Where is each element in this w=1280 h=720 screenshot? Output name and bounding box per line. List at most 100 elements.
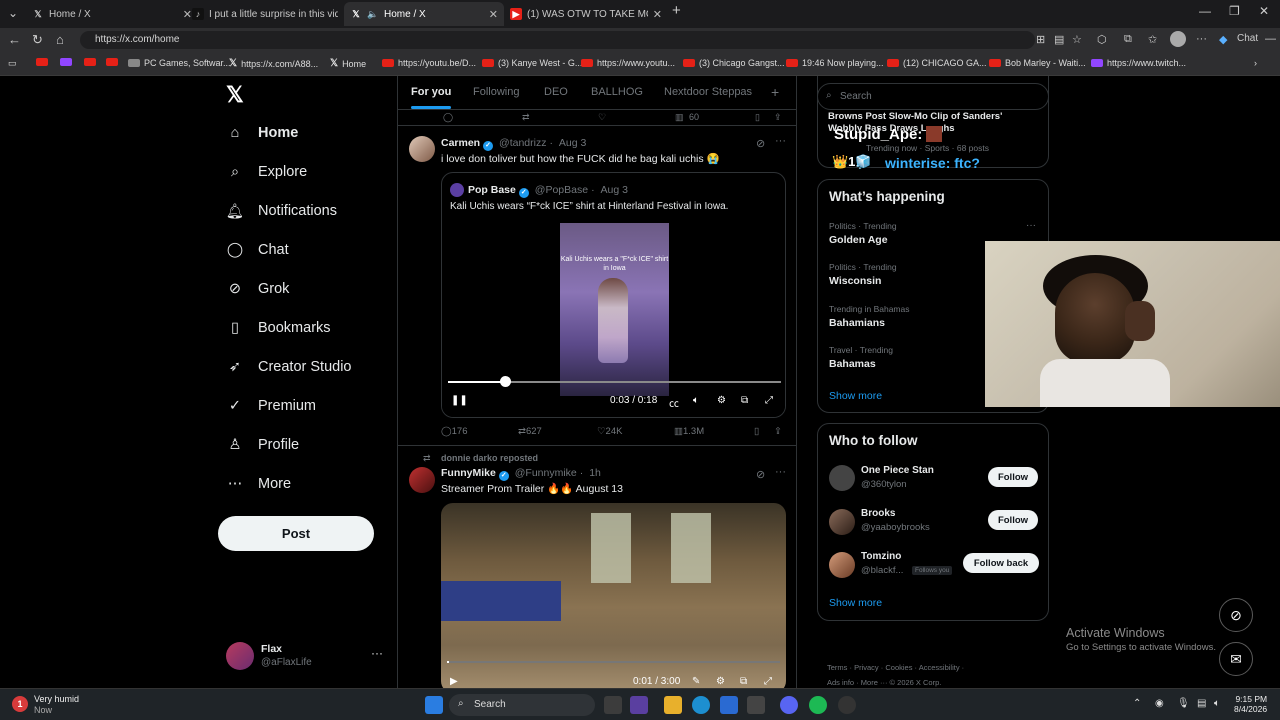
back-icon[interactable]: ← [8, 32, 21, 47]
nav-explore[interactable]: ⌕ Explore [226, 163, 307, 181]
copilot-chat-button[interactable]: Chat [1237, 33, 1258, 44]
volume-icon[interactable]: 🔈︎ [693, 395, 699, 406]
tab-nextdoor-steppas[interactable]: Nextdoor Steppas [664, 86, 752, 98]
tab-list-icon[interactable]: ⌄ [8, 6, 18, 20]
avatar[interactable] [829, 552, 855, 578]
nav-bookmarks[interactable]: ▯ Bookmarks [226, 319, 331, 337]
tray-app-icon[interactable]: ◉ [1155, 698, 1164, 709]
account-more-icon[interactable]: ··· [371, 646, 383, 660]
nav-premium[interactable]: ✓ Premium [226, 397, 316, 415]
avatar[interactable] [409, 136, 435, 162]
app-icon[interactable] [747, 696, 765, 714]
bookmark-icon[interactable]: ▯ [754, 426, 759, 437]
like-icon[interactable]: ♡ [598, 112, 606, 123]
picture-in-picture-icon[interactable]: ⧉ [740, 676, 747, 687]
speaker-icon[interactable]: 🔈︎ [1214, 698, 1220, 709]
system-clock[interactable]: 9:15 PM 8/4/2026 [1234, 694, 1267, 714]
favorites-icon[interactable]: ✩ [1148, 33, 1157, 46]
bookmark-12[interactable]: 19:46 Now playing... [786, 58, 884, 68]
pause-icon[interactable]: ❚❚ [451, 395, 468, 406]
tab-ballhog[interactable]: BALLHOG [591, 86, 643, 98]
repost-icon[interactable]: ⇄ [522, 112, 530, 123]
x-logo-icon[interactable]: 𝕏 [226, 82, 244, 108]
nav-home[interactable]: ⌂ Home [226, 124, 299, 142]
close-tab-icon[interactable]: ✕ [653, 8, 662, 21]
footer-link[interactable]: Privacy [854, 663, 879, 672]
speaker-icon[interactable]: 🔈 [367, 8, 379, 20]
discord-icon[interactable] [780, 696, 798, 714]
tab-deo[interactable]: DEO [544, 86, 568, 98]
browser-tab-4[interactable]: ▶ (1) WAS OTW TO TAKE MCRINGES ✕ [504, 2, 668, 26]
bookmark-8[interactable]: https://youtu.be/D... [382, 58, 476, 68]
messages-fab-icon[interactable]: ✉ [1219, 642, 1253, 676]
microphone-icon[interactable]: 🎙︎ [1177, 698, 1190, 709]
fullscreen-icon[interactable]: ⤢ [764, 676, 772, 687]
like-button[interactable]: ♡ 24K [597, 426, 622, 437]
show-more-link[interactable]: Show more [829, 597, 882, 609]
trend-item[interactable]: Bahamas [829, 358, 876, 370]
account-switcher[interactable]: Flax @aFlaxLife ··· [226, 638, 391, 674]
bookmark-11[interactable]: (3) Chicago Gangst... [683, 58, 785, 68]
taskbar-search[interactable]: ⌕ Search [449, 694, 595, 716]
post-button[interactable]: Post [218, 516, 374, 551]
bookmarks-overflow-icon[interactable]: › [1254, 58, 1257, 68]
trend-item[interactable]: Bahamians [829, 317, 885, 329]
add-tab-icon[interactable]: + [771, 84, 779, 100]
reply-button[interactable]: ◯ 176 [441, 426, 468, 437]
bookmark-3[interactable] [84, 58, 96, 66]
extension-puzzle-icon[interactable]: ⬡ [1097, 33, 1107, 46]
profile-avatar-icon[interactable] [1170, 31, 1186, 47]
windows-start-icon[interactable] [425, 696, 443, 714]
new-tab-icon[interactable]: + [672, 2, 681, 19]
follow-button[interactable]: Follow [988, 510, 1038, 530]
show-more-link[interactable]: Show more [829, 390, 882, 402]
nav-creator-studio[interactable]: ➶ Creator Studio [226, 358, 352, 376]
split-screen-icon[interactable]: ⧉ [1124, 33, 1132, 46]
avatar[interactable] [829, 465, 855, 491]
tweet-more-icon[interactable]: ··· [775, 135, 786, 147]
bookmark-14[interactable]: Bob Marley - Waiti... [989, 58, 1086, 68]
captions-icon[interactable]: ㏄ [669, 395, 679, 410]
browser-tab-2[interactable]: ♪ I put a little surprise in this video … [186, 2, 358, 26]
settings-gear-icon[interactable]: ⚙ [717, 395, 726, 406]
bookmark-15[interactable]: https://www.twitch... [1091, 58, 1186, 68]
bookmark-2[interactable] [60, 58, 72, 66]
tweet-more-icon[interactable]: ··· [775, 466, 786, 478]
picture-in-picture-icon[interactable]: ⧉ [741, 395, 748, 406]
browser-tab-1[interactable]: 𝕏 Home / X ✕ [26, 2, 198, 26]
home-icon[interactable]: ⌂ [56, 32, 64, 47]
footer-link[interactable]: Cookies [885, 663, 912, 672]
bookmark-9[interactable]: (3) Kanye West - G... [482, 58, 582, 68]
bookmark-icon[interactable]: ▯ [755, 112, 760, 123]
obs-icon[interactable] [838, 696, 856, 714]
bookmark-10[interactable]: https://www.youtu... [581, 58, 675, 68]
video-player[interactable]: ▶ 0:01 / 3:00 ✎ ⚙ ⧉ ⤢ [441, 503, 786, 688]
quoted-tweet[interactable]: Pop Base ✓ @PopBase · Aug 3 Kali Uchis wea… [441, 172, 786, 418]
close-tab-icon[interactable]: ✕ [489, 8, 498, 21]
nav-notifications[interactable]: 🔔︎ Notifications [226, 202, 337, 220]
tab-following[interactable]: Following [473, 86, 519, 98]
repost-button[interactable]: ⇄ 627 [518, 426, 542, 437]
minimize-icon[interactable]: — [1199, 4, 1211, 18]
footer-link[interactable]: Accessibility [919, 663, 960, 672]
store-icon[interactable] [720, 696, 738, 714]
browser-tab-3[interactable]: 𝕏 🔈 Home / X ✕ [344, 2, 504, 26]
avatar[interactable] [829, 509, 855, 535]
nav-more[interactable]: ⋯ More [226, 475, 291, 493]
avatar[interactable] [409, 467, 435, 493]
tweet-carmen[interactable]: Carmen ✓ @tandrizz · Aug 3 ⊘ ··· i love do… [398, 126, 796, 446]
bookmark-13[interactable]: (12) CHICAGO GA... [887, 58, 987, 68]
play-icon[interactable]: ▶ [450, 676, 458, 687]
nav-chat[interactable]: ◯ Chat [226, 241, 289, 259]
search-input[interactable]: ⌕ Search [817, 83, 1049, 110]
video-scrubber[interactable] [448, 376, 781, 387]
refresh-icon[interactable]: ↻ [32, 32, 43, 48]
grok-explain-icon[interactable]: ⊘ [756, 468, 765, 481]
follow-back-button[interactable]: Follow back [963, 553, 1039, 573]
bookmark-6[interactable]: 𝕏https://x.com/A88... [229, 58, 318, 69]
spotify-icon[interactable] [809, 696, 827, 714]
footer-link[interactable]: More ··· [861, 678, 888, 687]
grok-fab-icon[interactable]: ⊘ [1219, 598, 1253, 632]
url-field[interactable]: https://x.com/home [80, 31, 1035, 49]
copilot-app-icon[interactable] [630, 696, 648, 714]
